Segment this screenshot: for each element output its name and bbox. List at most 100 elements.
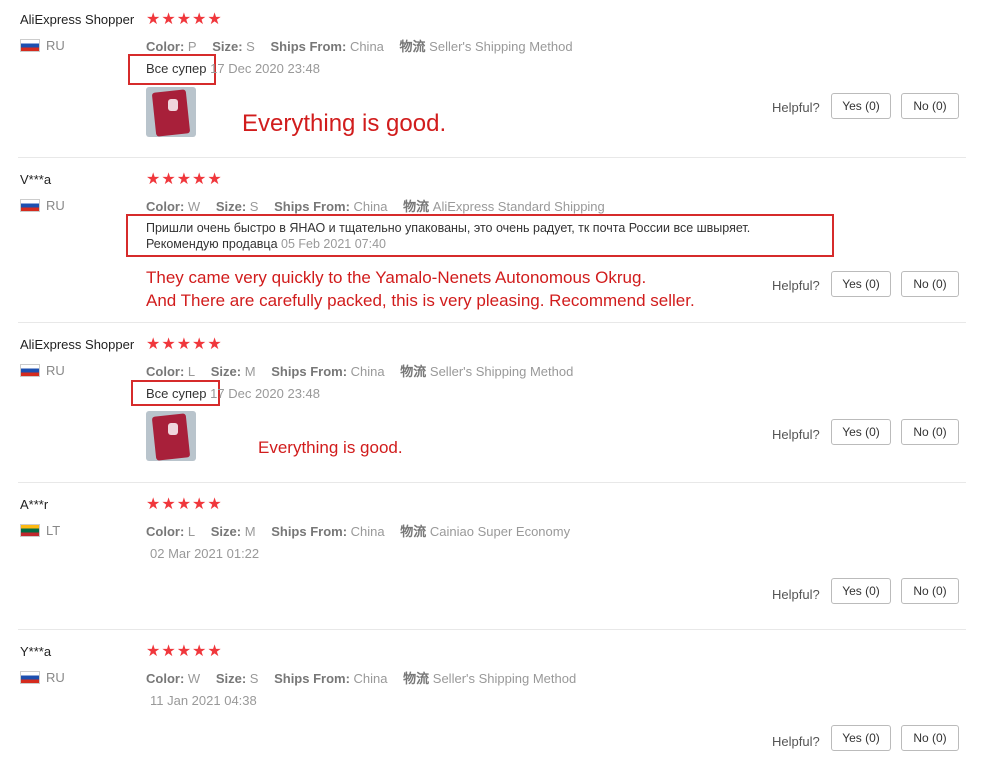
logistics-key: 物流: [403, 199, 430, 214]
helpful-yes-button[interactable]: Yes (0): [831, 725, 891, 751]
review-date: 17 Dec 2020 23:48: [210, 386, 321, 401]
reviewer-country: RU: [20, 670, 65, 685]
helpful-no-button[interactable]: No (0): [901, 419, 959, 445]
reviewer-name: AliExpress Shopper: [20, 12, 135, 27]
logistics-value: AliExpress Standard Shipping: [432, 199, 605, 214]
reviewer-name: Y***a: [20, 644, 52, 659]
review-photo[interactable]: [146, 87, 196, 137]
star-rating: ★★★★★: [146, 643, 223, 660]
country-code: RU: [46, 38, 65, 53]
review-date: 02 Mar 2021 01:22: [150, 546, 260, 561]
size-key: Size:: [215, 199, 247, 214]
russia-flag-icon: [20, 671, 40, 684]
product-attributes: Color: L Size: M Ships From: China 物流 Ca…: [146, 521, 570, 540]
size-value: M: [244, 364, 256, 379]
reviewer-name: AliExpress Shopper: [20, 337, 135, 352]
feedback-line-2: Рекомендую продавца: [146, 237, 278, 251]
feedback-line-1: Пришли очень быстро в ЯНАО и тщательно у…: [146, 221, 751, 235]
helpful-no-button[interactable]: No (0): [901, 725, 959, 751]
helpful-yes-button[interactable]: Yes (0): [831, 93, 891, 119]
helpful-label: Helpful?: [772, 587, 820, 602]
country-code: LT: [46, 523, 61, 538]
phone-case-image: [151, 413, 191, 461]
country-code: RU: [46, 670, 65, 685]
photo-highlight: [168, 423, 178, 435]
reviewer-name: A***r: [20, 497, 49, 512]
review-date: 17 Dec 2020 23:48: [210, 61, 321, 76]
product-attributes: Color: W Size: S Ships From: China 物流 Al…: [146, 196, 605, 215]
ships-from-value: China: [350, 364, 385, 379]
color-value: W: [187, 671, 201, 686]
product-attributes: Color: P Size: S Ships From: China 物流 Se…: [146, 36, 573, 55]
review-item: Y***a RU ★★★★★ Color: W Size: S Ships Fr…: [0, 630, 986, 758]
helpful-yes-button[interactable]: Yes (0): [831, 419, 891, 445]
helpful-yes-button[interactable]: Yes (0): [831, 578, 891, 604]
reviewer-country: RU: [20, 363, 65, 378]
logistics-key: 物流: [400, 364, 427, 379]
star-rating: ★★★★★: [146, 11, 223, 28]
logistics-value: Seller's Shipping Method: [432, 671, 577, 686]
helpful-no-button[interactable]: No (0): [901, 93, 959, 119]
helpful-label: Helpful?: [772, 100, 820, 115]
ships-from-value: China: [353, 671, 388, 686]
logistics-key: 物流: [400, 524, 427, 539]
size-key: Size:: [210, 364, 242, 379]
country-code: RU: [46, 198, 65, 213]
logistics-value: Cainiao Super Economy: [429, 524, 571, 539]
review-text: Пришли очень быстро в ЯНАО и тщательно у…: [146, 221, 750, 251]
star-rating: ★★★★★: [146, 336, 223, 353]
product-attributes: Color: W Size: S Ships From: China 物流 Se…: [146, 668, 576, 687]
review-text: 02 Mar 2021 01:22: [150, 546, 259, 561]
review-text: 11 Jan 2021 04:38: [150, 693, 257, 708]
color-key: Color:: [146, 671, 185, 686]
color-key: Color:: [146, 199, 185, 214]
helpful-no-button[interactable]: No (0): [901, 578, 959, 604]
lithuania-flag-icon: [20, 524, 40, 537]
logistics-value: Seller's Shipping Method: [429, 364, 574, 379]
translation-line-1: They came very quickly to the Yamalo-Nen…: [146, 268, 647, 287]
helpful-no-button[interactable]: No (0): [901, 271, 959, 297]
country-code: RU: [46, 363, 65, 378]
translation-line-2: And There are carefully packed, this is …: [146, 291, 695, 310]
reviewer-country: LT: [20, 523, 60, 538]
translation-annotation: Everything is good.: [258, 438, 403, 457]
review-date: 05 Feb 2021 07:40: [281, 237, 386, 251]
ships-from-key: Ships From:: [274, 671, 350, 686]
helpful-label: Helpful?: [772, 278, 820, 293]
russia-flag-icon: [20, 199, 40, 212]
russia-flag-icon: [20, 39, 40, 52]
ships-from-value: China: [350, 524, 385, 539]
review-date: 11 Jan 2021 04:38: [150, 693, 257, 708]
star-rating: ★★★★★: [146, 171, 223, 188]
reviewer-country: RU: [20, 198, 65, 213]
helpful-yes-button[interactable]: Yes (0): [831, 271, 891, 297]
size-value: S: [249, 199, 259, 214]
ships-from-key: Ships From:: [271, 524, 348, 539]
ships-from-value: China: [349, 39, 384, 54]
size-value: S: [249, 671, 259, 686]
feedback-text: Все супер: [146, 386, 207, 401]
star-rating: ★★★★★: [146, 496, 223, 513]
russia-flag-icon: [20, 364, 40, 377]
review-text: Все супер 17 Dec 2020 23:48: [146, 386, 320, 401]
color-key: Color:: [146, 524, 185, 539]
size-value: M: [244, 524, 256, 539]
review-item: V***a RU ★★★★★ Color: W Size: S Ships Fr…: [0, 158, 986, 322]
ships-from-key: Ships From:: [271, 364, 348, 379]
size-value: S: [246, 39, 255, 54]
feedback-text: Все супер: [146, 61, 207, 76]
logistics-key: 物流: [399, 39, 426, 54]
review-photo[interactable]: [146, 411, 196, 461]
phone-case-image: [151, 89, 191, 137]
product-attributes: Color: L Size: M Ships From: China 物流 Se…: [146, 361, 573, 380]
review-text: Все супер 17 Dec 2020 23:48: [146, 61, 320, 76]
size-key: Size:: [212, 39, 243, 54]
ships-from-key: Ships From:: [274, 199, 350, 214]
ships-from-value: China: [353, 199, 388, 214]
color-value: P: [187, 39, 197, 54]
helpful-label: Helpful?: [772, 427, 820, 442]
logistics-value: Seller's Shipping Method: [429, 39, 573, 54]
translation-annotation: Everything is good.: [242, 110, 447, 137]
reviewer-name: V***a: [20, 172, 52, 187]
feedback-line-2-row: Рекомендую продавца 05 Feb 2021 07:40: [146, 237, 750, 251]
